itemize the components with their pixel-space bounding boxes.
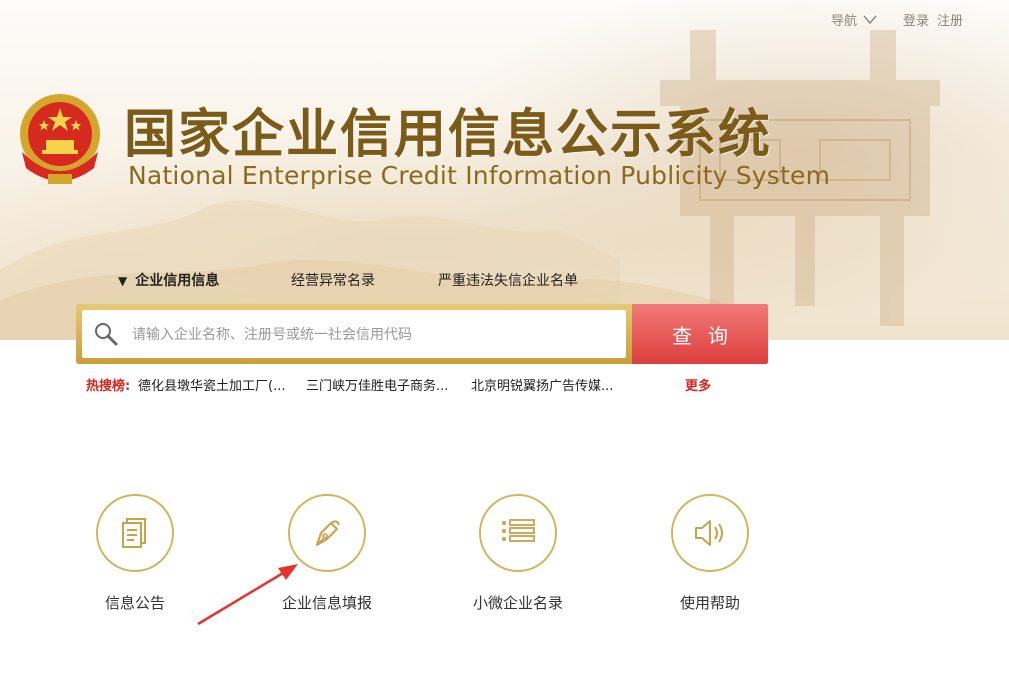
tab-abnormal-operation[interactable]: 经营异常名录 bbox=[291, 270, 375, 290]
search-button[interactable]: 查询 bbox=[632, 304, 768, 364]
feature-circle bbox=[479, 494, 557, 572]
hot-search-item[interactable]: 北京明锐翼扬广告传媒... bbox=[471, 375, 613, 394]
feature-label: 小微企业名录 bbox=[472, 594, 563, 612]
search-input[interactable] bbox=[130, 310, 614, 360]
register-link[interactable]: 注册 bbox=[937, 10, 963, 29]
feature-info-announcement[interactable]: 信息公告 bbox=[65, 494, 205, 613]
hot-search-item[interactable]: 三门峡万佳胜电子商务... bbox=[306, 375, 448, 394]
login-link[interactable]: 登录 bbox=[903, 10, 929, 29]
tab-enterprise-credit[interactable]: ▼ 企业信用信息 bbox=[118, 270, 219, 290]
feature-circle bbox=[671, 494, 749, 572]
list-icon bbox=[502, 519, 535, 542]
triangle-down-icon: ▼ bbox=[118, 274, 128, 288]
search-bar bbox=[76, 304, 632, 364]
top-nav: 导航 登录 注册 bbox=[831, 10, 963, 29]
tab-label: 经营异常名录 bbox=[291, 273, 375, 289]
feature-small-micro-directory[interactable]: 小微企业名录 bbox=[448, 494, 588, 613]
feature-help[interactable]: 使用帮助 bbox=[640, 494, 780, 613]
speaker-icon bbox=[695, 520, 723, 546]
search-box bbox=[82, 310, 626, 360]
search-icon bbox=[95, 323, 118, 346]
feature-label: 信息公告 bbox=[104, 594, 165, 612]
document-icon bbox=[122, 518, 146, 548]
tab-label: 严重违法失信企业名单 bbox=[438, 273, 578, 289]
feature-circle bbox=[96, 494, 174, 572]
guide-label: 导航 bbox=[830, 14, 857, 29]
national-emblem-icon bbox=[20, 94, 100, 184]
hot-search-item[interactable]: 德化县墩华瓷土加工厂(... bbox=[138, 375, 285, 394]
site-title-en: National Enterprise Credit Information P… bbox=[128, 161, 831, 190]
feature-label: 使用帮助 bbox=[679, 594, 740, 612]
chevron-down-icon bbox=[863, 15, 877, 24]
tab-serious-violation[interactable]: 严重违法失信企业名单 bbox=[438, 270, 578, 290]
red-arrow-annotation bbox=[197, 564, 298, 626]
hot-searches-label: 热搜榜: bbox=[86, 379, 131, 394]
site-title-cn: 国家企业信用信息公示系统 bbox=[124, 105, 773, 165]
more-link[interactable]: 更多 bbox=[685, 375, 711, 394]
pen-nib-icon bbox=[316, 520, 340, 546]
guide-menu[interactable]: 导航 bbox=[831, 10, 895, 29]
tab-label: 企业信用信息 bbox=[135, 273, 220, 289]
